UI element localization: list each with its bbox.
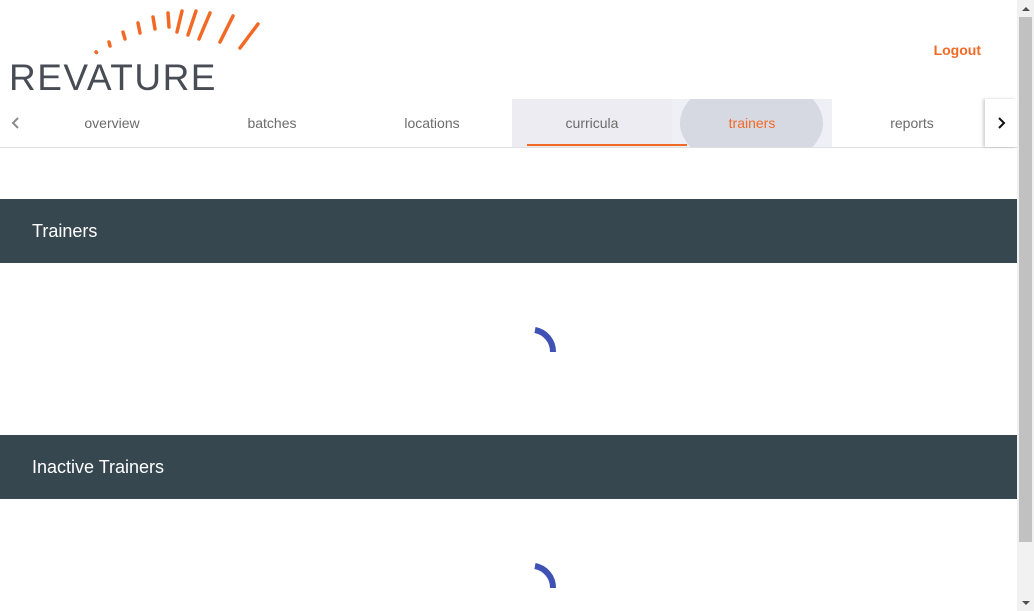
revature-logo[interactable]: REVATURE	[8, 8, 260, 96]
tab-bar: overview batches locations curricula tra…	[0, 99, 1017, 148]
tab-label: curricula	[565, 115, 619, 131]
tab-batches[interactable]: batches	[192, 99, 352, 147]
vertical-scrollbar[interactable]	[1017, 0, 1034, 611]
section-title: Inactive Trainers	[32, 456, 165, 477]
tab-overview[interactable]: overview	[32, 99, 192, 147]
tab-reports[interactable]: reports	[832, 99, 985, 147]
arrow-up-icon	[1021, 6, 1030, 11]
active-tab-indicator	[527, 144, 687, 146]
tab-scroll-right-button[interactable]	[985, 99, 1017, 147]
tab-label: batches	[247, 115, 297, 131]
scrollbar-thumb[interactable]	[1019, 17, 1032, 542]
scroll-down-button[interactable]	[1017, 594, 1034, 611]
trainers-section-header: Trainers	[0, 199, 1017, 263]
tab-label: reports	[890, 115, 934, 131]
inactive-trainers-section-header: Inactive Trainers	[0, 435, 1017, 499]
tab-label: locations	[404, 115, 460, 131]
logo-wordmark: REVATURE	[9, 57, 217, 98]
sunburst-logo-icon	[94, 9, 260, 55]
page: REVATURE Logout overview batches locatio…	[0, 0, 1017, 611]
section-title: Trainers	[32, 220, 98, 241]
tab-list: overview batches locations curricula tra…	[32, 99, 985, 147]
tab-locations[interactable]: locations	[352, 99, 512, 147]
tab-trainers[interactable]: trainers	[672, 99, 832, 147]
loading-spinner-icon	[534, 563, 557, 589]
tab-scroll-left-button[interactable]	[0, 99, 32, 147]
tab-curricula[interactable]: curricula	[512, 99, 672, 147]
scroll-up-button[interactable]	[1017, 0, 1034, 17]
tab-label: trainers	[728, 115, 776, 131]
arrow-down-icon	[1021, 600, 1030, 605]
tab-label: overview	[84, 115, 140, 131]
loading-spinner-icon	[534, 327, 557, 353]
chevron-left-icon	[11, 117, 19, 129]
chevron-right-icon	[998, 117, 1006, 129]
logout-link[interactable]: Logout	[934, 42, 981, 58]
